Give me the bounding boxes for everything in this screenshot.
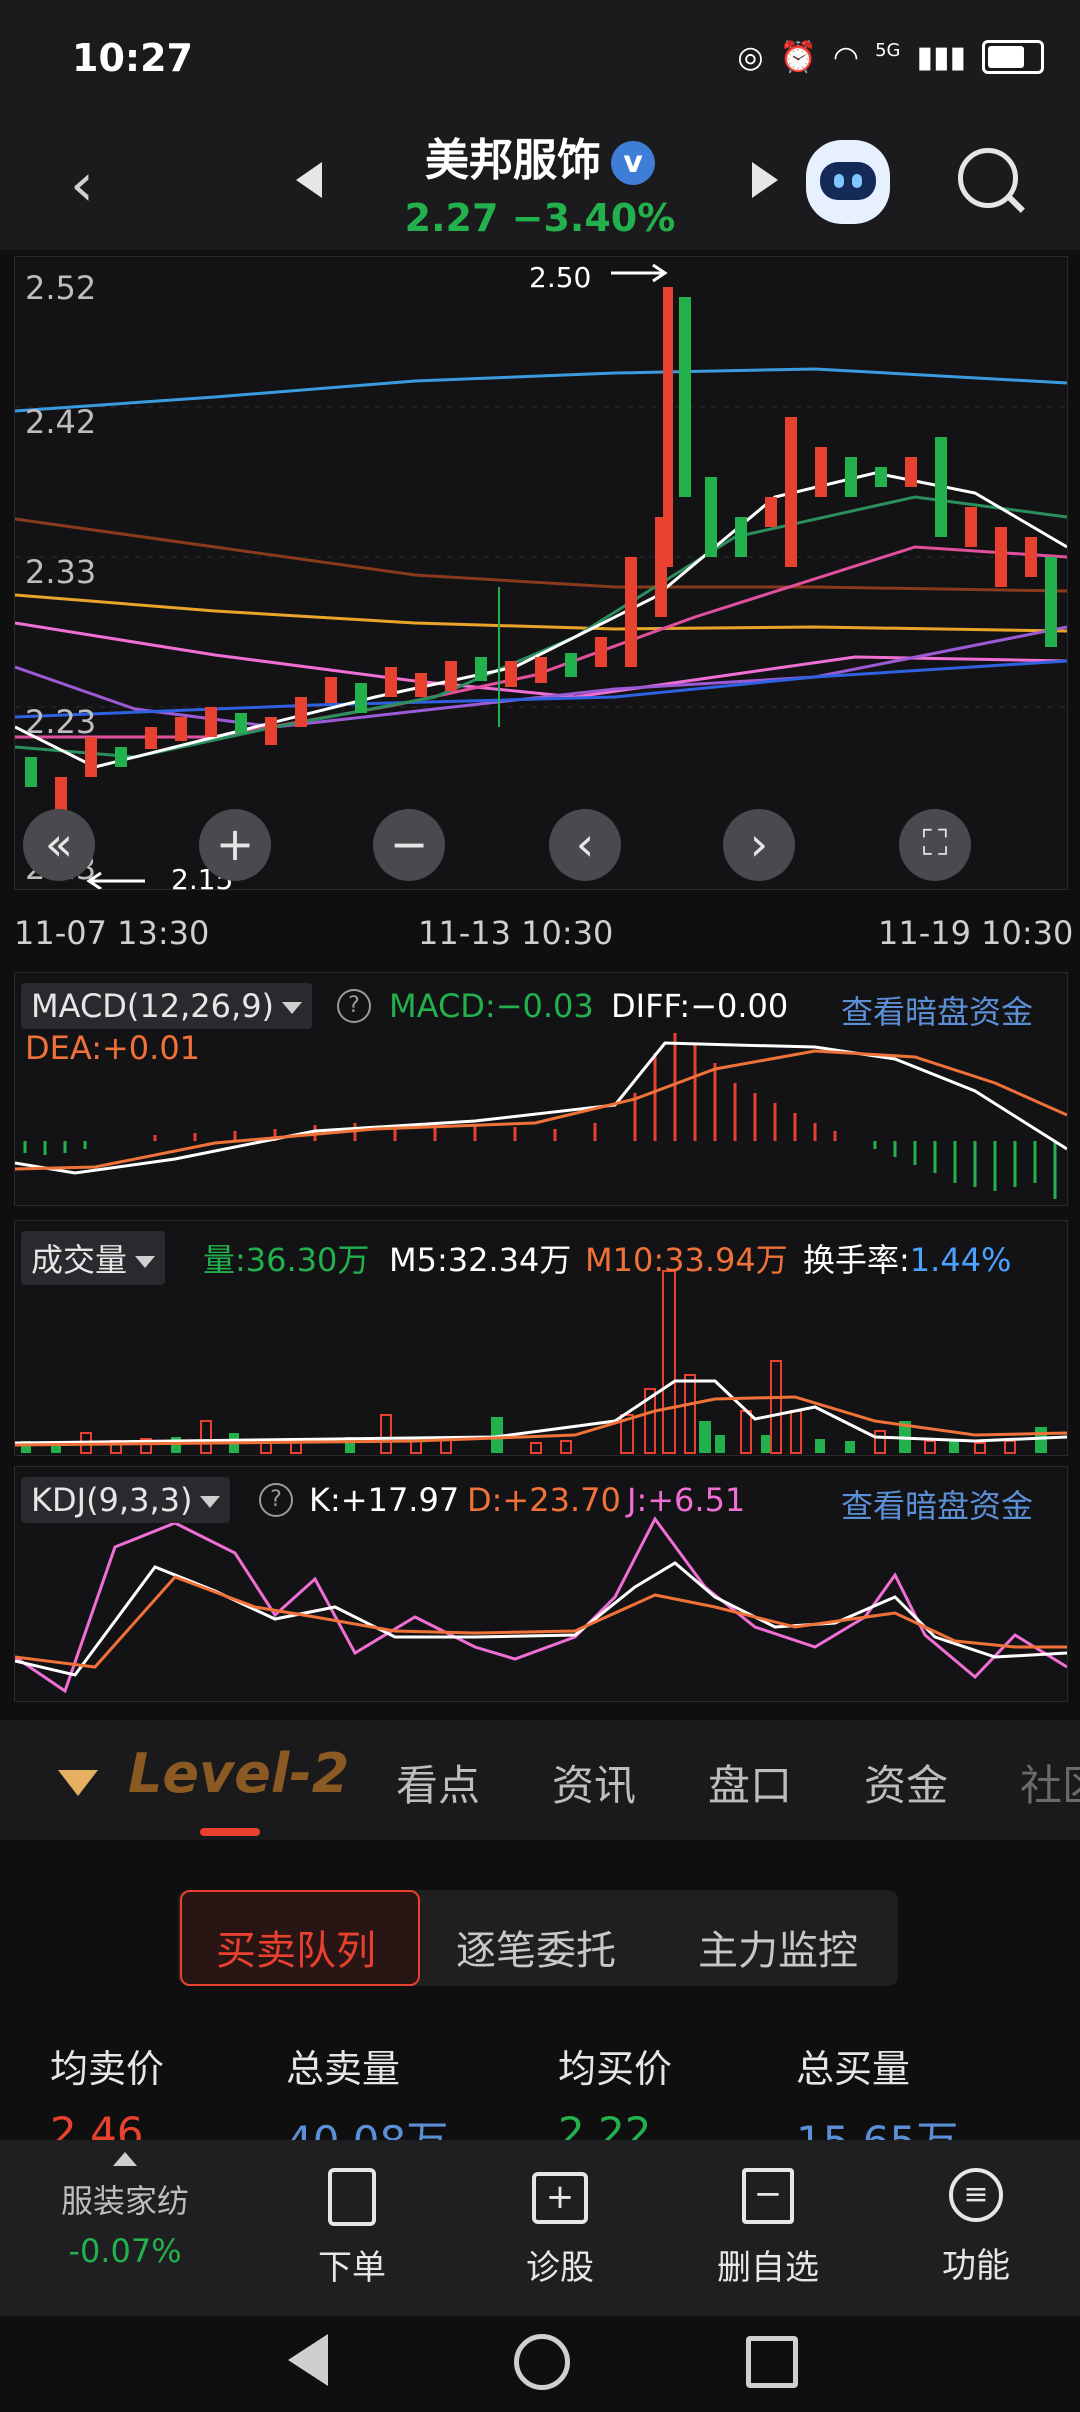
time-label-end: 11-19 10:30 <box>878 914 1074 952</box>
total-sell-volume-label: 总卖量 <box>286 2047 401 2091</box>
signal-icon: ▮▮▮ <box>916 40 966 75</box>
tab-highlights[interactable]: 看点 <box>396 1752 480 1813</box>
price-label-4: 2.23 <box>25 703 97 741</box>
kdj-j: J:+6.51 <box>627 1481 746 1519</box>
alarm-icon: ⏰ <box>779 40 817 75</box>
volume-panel: 成交量 量:36.30万 M5:32.34万 M10:33.94万 换手率:1.… <box>14 1220 1068 1456</box>
price-label-3: 2.33 <box>25 553 97 591</box>
volume-m10: M10:33.94万 <box>585 1241 788 1279</box>
clock: 10:27 <box>72 36 193 80</box>
price-label-top: 2.52 <box>25 269 97 307</box>
functions-button[interactable]: ≡ 功能 <box>896 2168 1056 2287</box>
total-buy-volume-label: 总买量 <box>796 2047 911 2091</box>
ai-assistant-icon[interactable] <box>806 140 890 224</box>
diagnose-stock-button[interactable]: + 诊股 <box>480 2168 640 2289</box>
volume-indicator-selector[interactable]: 成交量 <box>21 1231 166 1285</box>
segment-tick-orders[interactable]: 逐笔委托 <box>456 1918 616 1976</box>
price-label-2: 2.42 <box>25 403 97 441</box>
time-label-start: 11-07 13:30 <box>14 914 210 952</box>
fullscreen-button[interactable]: ⛶ <box>899 809 971 881</box>
stock-name: 美邦服饰 <box>425 135 601 186</box>
place-order-button[interactable]: 下单 <box>272 2168 432 2289</box>
macd-dea: DEA:+0.01 <box>25 1029 201 1067</box>
time-label-mid: 11-13 10:30 <box>418 914 614 952</box>
kline-chart[interactable]: 2.52 2.42 2.33 2.23 2.13 2.50 2.15 « + −… <box>14 256 1068 896</box>
rewind-button[interactable]: « <box>23 809 95 881</box>
order-doc-icon <box>328 2168 376 2226</box>
avg-sell-price-label: 均卖价 <box>50 2047 165 2091</box>
tab-funds[interactable]: 资金 <box>864 1752 948 1813</box>
macd-indicator-selector[interactable]: MACD(12,26,9) <box>21 983 313 1029</box>
functions-label: 功能 <box>942 2246 1010 2286</box>
stock-title: 美邦服饰 v <box>0 124 1080 188</box>
macd-value: MACD:−0.03 <box>389 987 594 1025</box>
volume-value: 量:36.30万 <box>203 1241 370 1279</box>
diagnose-stock-label: 诊股 <box>526 2248 594 2288</box>
segment-buy-sell-queue[interactable]: 买卖队列 <box>216 1918 376 1976</box>
chevron-up-icon <box>113 2152 137 2166</box>
tab-community[interactable]: 社区 <box>1020 1752 1080 1813</box>
turnover-label: 换手率: <box>803 1241 910 1279</box>
chevron-down-icon <box>135 1256 156 1268</box>
verified-icon: v <box>611 141 655 185</box>
stock-price-change: 2.27 −3.40% <box>404 196 676 240</box>
network-label: 5G <box>875 40 901 61</box>
avg-buy-price-label: 均买价 <box>558 2047 673 2091</box>
tab-order-book[interactable]: 盘口 <box>708 1752 792 1813</box>
wifi-icon: ◠ <box>832 40 860 75</box>
diagnose-box-icon: + <box>532 2172 588 2224</box>
macd-diff: DIFF:−0.00 <box>611 987 789 1025</box>
remove-watchlist-label: 删自选 <box>717 2248 819 2288</box>
turnover-rate: 换手率:1.44% <box>803 1235 1011 1281</box>
kdj-indicator-selector[interactable]: KDJ(9,3,3) <box>21 1477 231 1523</box>
remove-watchlist-button[interactable]: − 删自选 <box>688 2168 848 2289</box>
battery-icon <box>982 40 1044 74</box>
kdj-k: K:+17.97 <box>309 1481 460 1519</box>
status-icons: ◎ ⏰ ◠ 5G ▮▮▮ <box>737 40 1044 75</box>
kdj-dark-pool-link[interactable]: 查看暗盘资金 <box>841 1481 1033 1527</box>
kdj-panel: KDJ(9,3,3) ? K:+17.97 D:+23.70 J:+6.51 查… <box>14 1466 1068 1702</box>
high-price-marker: 2.50 <box>529 261 592 294</box>
tab-level2[interactable]: Level-2 <box>128 1742 349 1805</box>
level2-gem-icon <box>58 1770 98 1796</box>
nav-back-icon[interactable] <box>288 2334 328 2386</box>
sector-info[interactable]: 服装家纺 -0.07% <box>40 2152 210 2270</box>
macd-help-icon[interactable]: ? <box>337 989 371 1023</box>
segment-main-monitor[interactable]: 主力监控 <box>698 1918 858 1976</box>
active-tab-indicator <box>200 1828 260 1836</box>
sector-name: 服装家纺 <box>60 2182 189 2220</box>
scroll-right-button[interactable]: › <box>723 809 795 881</box>
nav-home-icon[interactable] <box>514 2334 570 2390</box>
volume-selector-label: 成交量 <box>31 1241 128 1279</box>
kdj-help-icon[interactable]: ? <box>259 1483 293 1517</box>
menu-circle-icon: ≡ <box>949 2168 1003 2222</box>
vpn-icon: ◎ <box>737 40 764 75</box>
tab-community-label: 社区 <box>1020 1761 1080 1810</box>
turnover-value: 1.44% <box>909 1241 1012 1279</box>
next-stock-icon[interactable] <box>752 162 778 198</box>
place-order-label: 下单 <box>318 2248 386 2288</box>
remove-box-icon: − <box>742 2168 794 2224</box>
kdj-selector-label: KDJ(9,3,3) <box>31 1481 193 1519</box>
chevron-down-icon <box>282 1002 303 1014</box>
scroll-left-button[interactable]: ‹ <box>549 809 621 881</box>
volume-m5: M5:32.34万 <box>389 1241 572 1279</box>
macd-selector-label: MACD(12,26,9) <box>31 987 275 1025</box>
kline-svg <box>15 263 1067 889</box>
macd-dark-pool-link[interactable]: 查看暗盘资金 <box>841 987 1033 1033</box>
zoom-in-button[interactable]: + <box>199 809 271 881</box>
zoom-out-button[interactable]: − <box>373 809 445 881</box>
kdj-d: D:+23.70 <box>467 1481 621 1519</box>
macd-panel: MACD(12,26,9) ? MACD:−0.03 DIFF:−0.00 查看… <box>14 972 1068 1206</box>
chevron-down-icon <box>200 1496 221 1508</box>
sector-change: -0.07% <box>68 2232 182 2270</box>
nav-recents-icon[interactable] <box>746 2336 798 2388</box>
tab-news[interactable]: 资讯 <box>552 1752 636 1813</box>
